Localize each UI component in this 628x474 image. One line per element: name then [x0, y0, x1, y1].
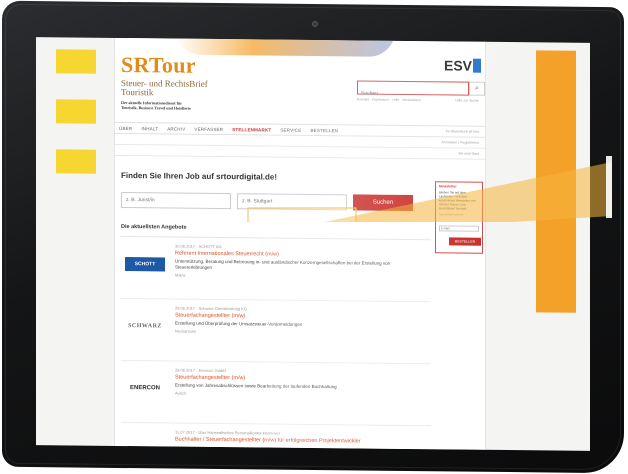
- job-search-button[interactable]: Suchen: [353, 194, 413, 212]
- job-keyword-input[interactable]: [121, 191, 231, 210]
- header-toplinks[interactable]: Kontakt · Impressum · Hilfe · Mediadaten: [357, 97, 421, 102]
- job-title-link[interactable]: Steuerfachangestellter (m/w): [175, 313, 427, 322]
- search-help-link[interactable]: Hilfe zur Suche: [455, 98, 479, 102]
- site-header: SRTour Steuer- und RechtsBrief Touristik…: [115, 37, 485, 126]
- job-listing[interactable]: ENERCON 29.06.2017 · Enercon GmbH Steuer…: [121, 360, 431, 427]
- nav-item-archiv[interactable]: ARCHIV: [167, 126, 185, 131]
- newsletter-box: Newsletter Bleiben Sie auf dem Laufenden…: [435, 181, 483, 254]
- esv-logo-icon: [473, 58, 481, 73]
- camera-icon: [312, 20, 318, 28]
- main-nav: ÜBER INHALT ARCHIV VERFASSER STELLENMARK…: [115, 121, 485, 138]
- job-listing[interactable]: 11.07.2017 · über Hanseatisches Personal…: [121, 422, 431, 451]
- web-page: SRTour Steuer- und RechtsBrief Touristik…: [114, 37, 486, 451]
- site-search-box[interactable]: [357, 80, 469, 101]
- nav-item-stellenmarkt[interactable]: STELLENMARKT: [232, 127, 271, 132]
- job-meta: 29.06.2017 · Schwarz Dienstleistung KG: [175, 305, 248, 312]
- nav-item-ueber[interactable]: ÜBER: [119, 125, 132, 130]
- site-subtitle: Steuer- und RechtsBrief Touristik: [121, 77, 208, 98]
- nav-item-service[interactable]: SERVICE: [280, 127, 301, 132]
- job-title-link[interactable]: Referent Internationales Steuerrecht (m/…: [175, 251, 427, 260]
- newsletter-title: Newsletter: [439, 184, 457, 189]
- yellow-deco-block: [56, 149, 96, 174]
- tablet-screen: SRTour Steuer- und RechtsBrief Touristik…: [36, 37, 590, 451]
- orange-deco-block: [536, 50, 576, 313]
- nav-item-inhalt[interactable]: INHALT: [141, 126, 158, 131]
- job-search-form: Suchen: [121, 191, 431, 212]
- header-swoosh: [175, 37, 395, 57]
- job-location: Mainz: [175, 272, 186, 278]
- job-description: Unterstützung, Beratung und Betreuung in…: [175, 258, 391, 270]
- user-status: Sie sind Gast: [115, 144, 485, 160]
- job-meta: 11.07.2017 · über Hanseatisches Personal…: [175, 429, 281, 436]
- job-meta: 29.06.2017 · Enercon GmbH: [175, 367, 227, 374]
- company-logo: SCHWARZ: [128, 323, 162, 330]
- company-logo: ENERCON: [129, 385, 160, 392]
- newsletter-text: Bleiben Sie auf dem Laufenden – mit dem …: [439, 190, 476, 211]
- job-listing[interactable]: SCHWARZ 29.06.2017 · Schwarz Dienstleist…: [121, 298, 431, 365]
- nav-item-bestellen[interactable]: BESTELLEN: [310, 127, 338, 132]
- job-location: Neckarsulm: [175, 328, 197, 334]
- cart-status[interactable]: Ihr Warenkorb ist leer: [446, 129, 479, 133]
- job-meta: 30.06.2017 · SCHOTT AG: [175, 243, 222, 250]
- newsletter-email-label: Ihre E-Mail-Adresse: [439, 212, 464, 217]
- company-logo: SCHOTT: [125, 257, 165, 272]
- job-title-link[interactable]: Buchhalter / Steuerfachangestellter (m/w…: [175, 437, 427, 446]
- offers-heading: Die aktuellsten Angebote: [121, 223, 431, 241]
- company-logo: [125, 443, 165, 451]
- site-logo[interactable]: SRTour: [121, 52, 196, 79]
- tablet-device: SRTour Steuer- und RechtsBrief Touristik…: [2, 0, 624, 474]
- screen-glare: [266, 39, 590, 451]
- site-search-input[interactable]: [358, 87, 468, 101]
- job-description: Erstellung von Jahresabschlüssen sowie B…: [175, 382, 337, 390]
- search-icon[interactable]: ⌕: [469, 81, 485, 96]
- job-location-input[interactable]: [237, 193, 347, 211]
- job-title-link[interactable]: Steuerfachangestellter (m/w): [175, 375, 427, 384]
- publisher-logo[interactable]: ESV: [444, 57, 481, 74]
- job-listing[interactable]: SCHOTT 30.06.2017 · SCHOTT AG Referent I…: [121, 236, 431, 303]
- yellow-deco-block: [56, 99, 96, 124]
- login-register-link[interactable]: Anmelden | Registrieren: [115, 133, 485, 149]
- site-tagline: Der aktuelle Informationsdienst für Tour…: [121, 99, 191, 111]
- nav-item-verfasser[interactable]: VERFASSER: [194, 126, 223, 131]
- newsletter-subscribe-button[interactable]: BESTELLEN: [449, 237, 481, 246]
- job-location: Aurich: [175, 390, 187, 396]
- yellow-deco-block: [56, 49, 96, 74]
- newsletter-email-input[interactable]: [439, 225, 479, 232]
- jobsearch-heading: Finden Sie Ihren Job auf srtourdigital.d…: [121, 170, 278, 182]
- job-description: Erstellung und Überprüfung der Umsatzste…: [175, 320, 303, 327]
- job-content: Finden Sie Ihren Job auf srtourdigital.d…: [121, 163, 431, 451]
